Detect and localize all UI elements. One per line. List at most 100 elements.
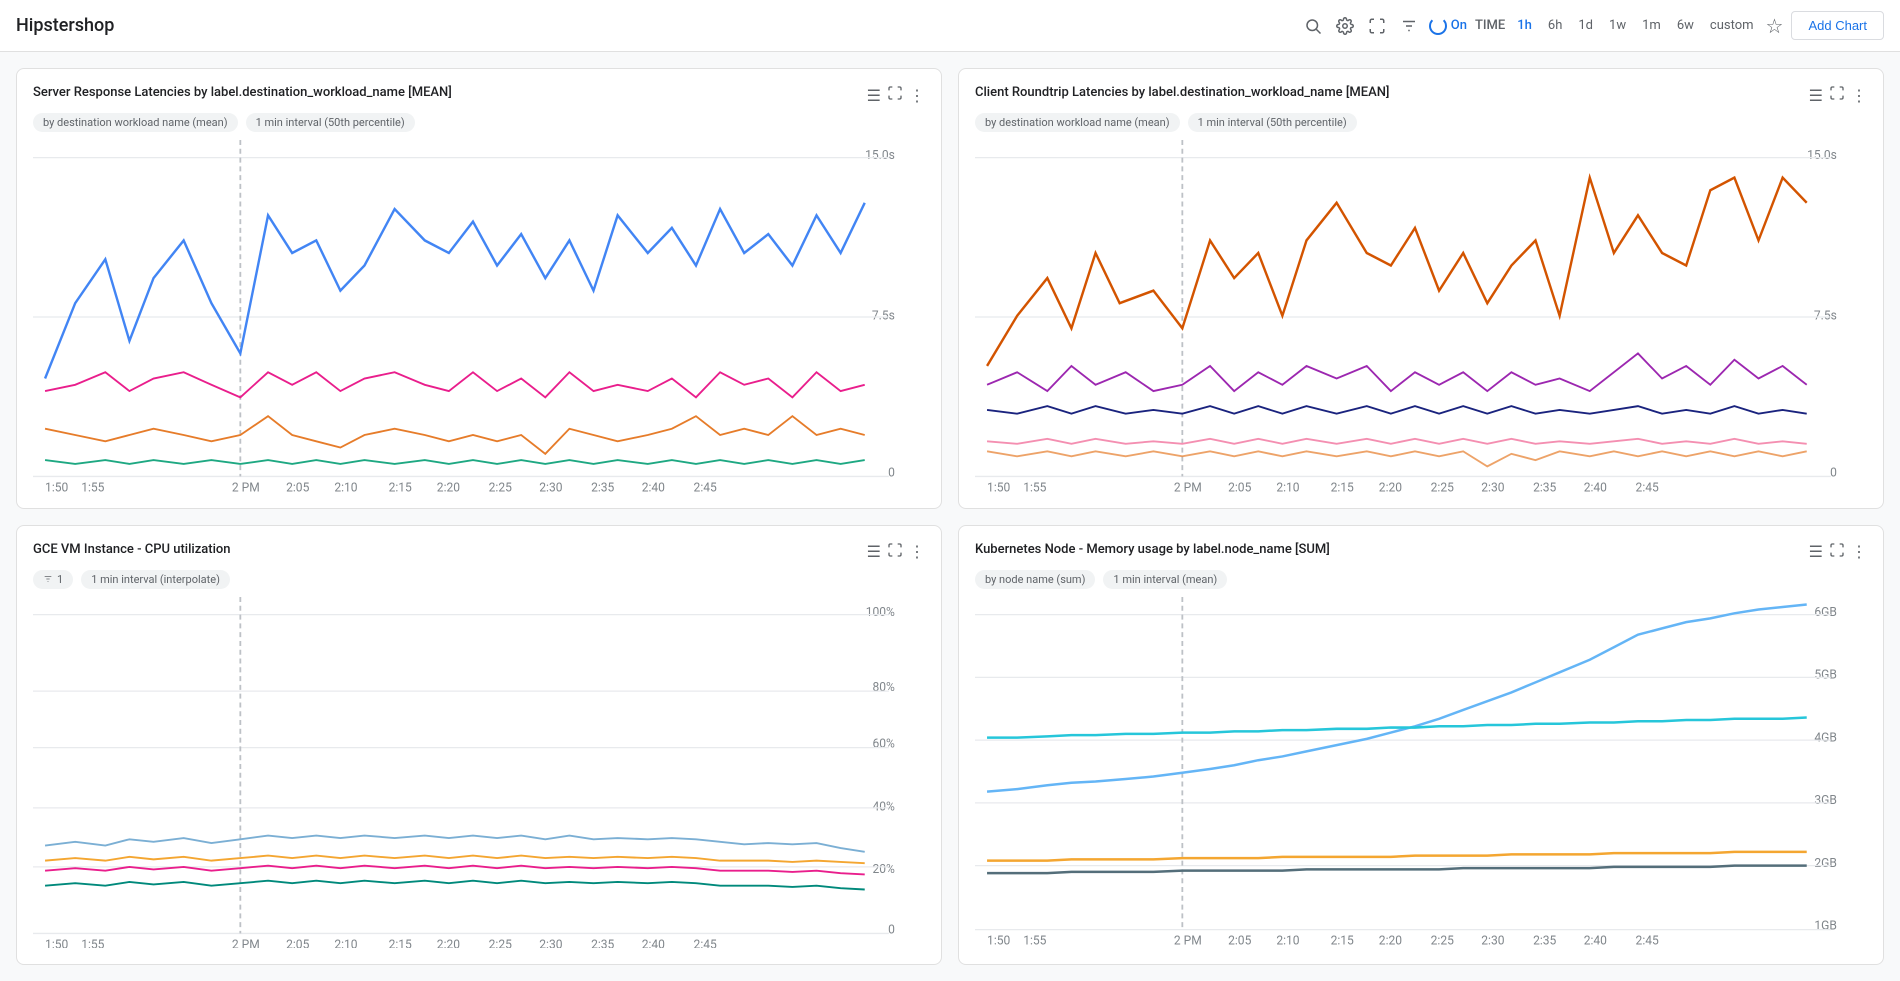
chart-actions-3: ☰ ⋮ <box>867 542 925 562</box>
svg-text:2:40: 2:40 <box>642 938 665 948</box>
chart-client-roundtrip: Client Roundtrip Latencies by label.dest… <box>958 68 1884 509</box>
chart-actions-2: ☰ ⋮ <box>1809 85 1867 105</box>
svg-text:5GB: 5GB <box>1814 668 1836 682</box>
expand-icon-2[interactable] <box>1829 85 1845 105</box>
more-icon-3[interactable]: ⋮ <box>909 542 925 561</box>
chart-area-4: 6GB 5GB 4GB 3GB 2GB 1GB <box>975 597 1867 949</box>
search-icon[interactable] <box>1301 14 1325 38</box>
svg-text:2:10: 2:10 <box>1276 481 1299 491</box>
svg-text:1:50: 1:50 <box>987 934 1010 948</box>
chart-tag-1a: by destination workload name (mean) <box>33 113 238 132</box>
svg-text:2:25: 2:25 <box>1431 934 1454 948</box>
svg-text:1GB: 1GB <box>1814 919 1836 933</box>
svg-text:4GB: 4GB <box>1814 731 1836 745</box>
svg-text:2:20: 2:20 <box>1379 934 1402 948</box>
filter-icon[interactable] <box>1397 14 1421 38</box>
live-spin-icon <box>1429 17 1447 35</box>
chart-actions-4: ☰ ⋮ <box>1809 542 1867 562</box>
legend-icon-2[interactable]: ☰ <box>1809 86 1823 105</box>
svg-text:2:20: 2:20 <box>1379 481 1402 491</box>
chart-tags-2: by destination workload name (mean) 1 mi… <box>975 113 1867 132</box>
time-option-1w[interactable]: 1w <box>1605 16 1630 35</box>
chart-tags-3: 1 1 min interval (interpolate) <box>33 570 925 589</box>
svg-text:2:10: 2:10 <box>334 481 357 491</box>
chart-tag-1b: 1 min interval (50th percentile) <box>246 113 415 132</box>
svg-text:2:25: 2:25 <box>489 481 512 491</box>
svg-text:1:55: 1:55 <box>1023 934 1046 948</box>
svg-text:2:35: 2:35 <box>1533 481 1556 491</box>
svg-text:2:15: 2:15 <box>1331 934 1354 948</box>
live-button[interactable]: On <box>1429 17 1467 35</box>
svg-text:15.0s: 15.0s <box>1807 149 1837 163</box>
svg-text:2 PM: 2 PM <box>1174 934 1202 948</box>
svg-text:2:30: 2:30 <box>1481 481 1504 491</box>
fullscreen-icon[interactable] <box>1365 14 1389 38</box>
svg-text:1:50: 1:50 <box>987 481 1010 491</box>
add-chart-button[interactable]: Add Chart <box>1791 11 1884 40</box>
settings-icon[interactable] <box>1333 14 1357 38</box>
chart-svg-2: 15.0s 7.5s 0 1:50 <box>975 140 1867 492</box>
svg-text:3GB: 3GB <box>1814 793 1836 807</box>
svg-text:2 PM: 2 PM <box>232 481 260 491</box>
more-icon-1[interactable]: ⋮ <box>909 86 925 105</box>
chart-svg-3: 100% 80% 60% 40% 20% 0 <box>33 597 925 949</box>
svg-text:2:45: 2:45 <box>1636 481 1659 491</box>
svg-text:2GB: 2GB <box>1814 856 1836 870</box>
expand-icon-3[interactable] <box>887 542 903 562</box>
svg-text:0: 0 <box>888 466 895 480</box>
header: Hipstershop On TIME 1h 6h 1d 1w 1m 6w cu… <box>0 0 1900 52</box>
svg-text:1:55: 1:55 <box>81 481 104 491</box>
svg-text:2:10: 2:10 <box>334 938 357 948</box>
svg-text:2:15: 2:15 <box>1331 481 1354 491</box>
chart-server-response: Server Response Latencies by label.desti… <box>16 68 942 509</box>
chart-tag-2b: 1 min interval (50th percentile) <box>1188 113 1357 132</box>
chart-header-2: Client Roundtrip Latencies by label.dest… <box>975 85 1867 105</box>
star-icon[interactable]: ☆ <box>1766 14 1784 38</box>
more-icon-4[interactable]: ⋮ <box>1851 542 1867 561</box>
chart-title-3: GCE VM Instance - CPU utilization <box>33 542 867 557</box>
legend-icon-4[interactable]: ☰ <box>1809 542 1823 561</box>
legend-icon-3[interactable]: ☰ <box>867 542 881 561</box>
legend-icon-1[interactable]: ☰ <box>867 86 881 105</box>
chart-tag-4b: 1 min interval (mean) <box>1103 570 1227 589</box>
svg-text:1:55: 1:55 <box>81 938 104 948</box>
svg-text:2:40: 2:40 <box>1584 934 1607 948</box>
svg-text:2:45: 2:45 <box>694 481 717 491</box>
chart-tag-2a: by destination workload name (mean) <box>975 113 1180 132</box>
svg-text:20%: 20% <box>872 862 894 876</box>
svg-text:1:50: 1:50 <box>45 481 68 491</box>
time-label: TIME <box>1475 18 1505 33</box>
time-option-6w[interactable]: 6w <box>1673 16 1698 35</box>
chart-header-3: GCE VM Instance - CPU utilization ☰ ⋮ <box>33 542 925 562</box>
expand-icon-1[interactable] <box>887 85 903 105</box>
time-option-1d[interactable]: 1d <box>1574 16 1597 35</box>
more-icon-2[interactable]: ⋮ <box>1851 86 1867 105</box>
time-option-1h[interactable]: 1h <box>1513 16 1536 35</box>
chart-area-1: 15.0s 7.5s 0 1:50 1:55 2 <box>33 140 925 492</box>
svg-text:0: 0 <box>888 923 895 937</box>
svg-text:2:05: 2:05 <box>1228 934 1251 948</box>
time-option-6h[interactable]: 6h <box>1544 16 1566 35</box>
svg-text:2:05: 2:05 <box>286 938 309 948</box>
chart-cpu-utilization: GCE VM Instance - CPU utilization ☰ ⋮ 1 … <box>16 525 942 966</box>
time-option-1m[interactable]: 1m <box>1638 16 1665 35</box>
svg-text:80%: 80% <box>872 680 894 694</box>
svg-text:2:30: 2:30 <box>539 938 562 948</box>
svg-text:2 PM: 2 PM <box>232 938 260 948</box>
chart-header-4: Kubernetes Node - Memory usage by label.… <box>975 542 1867 562</box>
time-option-custom[interactable]: custom <box>1706 16 1758 35</box>
chart-title-4: Kubernetes Node - Memory usage by label.… <box>975 542 1809 557</box>
svg-text:2:45: 2:45 <box>1636 934 1659 948</box>
svg-text:2:20: 2:20 <box>437 481 460 491</box>
chart-tags-1: by destination workload name (mean) 1 mi… <box>33 113 925 132</box>
svg-text:2:05: 2:05 <box>286 481 309 491</box>
svg-text:2:20: 2:20 <box>437 938 460 948</box>
svg-text:60%: 60% <box>872 737 894 751</box>
svg-text:2:15: 2:15 <box>389 938 412 948</box>
expand-icon-4[interactable] <box>1829 542 1845 562</box>
chart-svg-1: 15.0s 7.5s 0 1:50 1:55 2 <box>33 140 925 492</box>
svg-text:15.0s: 15.0s <box>865 149 895 163</box>
svg-text:2:45: 2:45 <box>694 938 717 948</box>
svg-text:2:15: 2:15 <box>389 481 412 491</box>
svg-text:2:35: 2:35 <box>591 938 614 948</box>
